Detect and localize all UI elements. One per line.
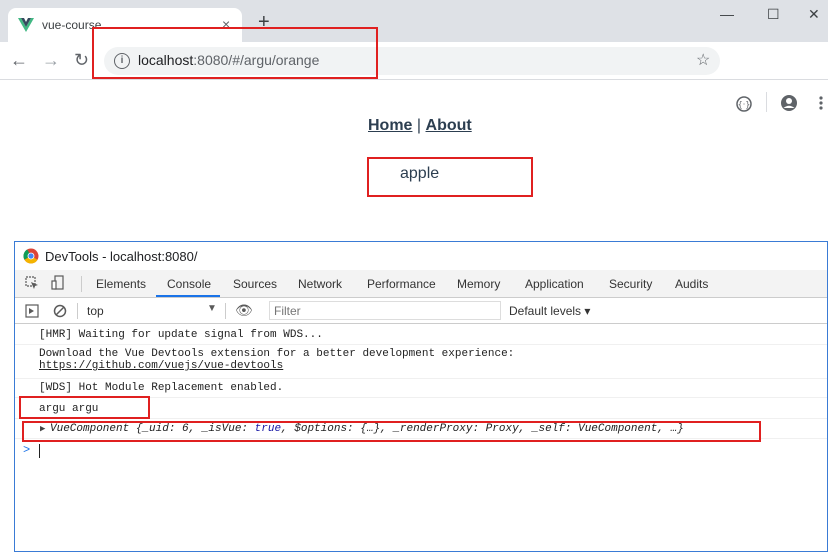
profile-icon[interactable] bbox=[780, 94, 798, 112]
console-line: Download the Vue Devtools extension for … bbox=[15, 345, 827, 379]
console-filter-bar: top ▼ 👁 Default levels ▾ bbox=[15, 298, 827, 324]
chrome-logo-icon bbox=[23, 248, 39, 264]
clear-console-icon[interactable] bbox=[53, 304, 67, 318]
log-levels-dropdown[interactable]: Default levels ▾ bbox=[509, 304, 590, 318]
console-line: [HMR] Waiting for update signal from WDS… bbox=[15, 326, 827, 345]
tab-sources[interactable]: Sources bbox=[233, 277, 277, 291]
back-button[interactable]: ← bbox=[10, 50, 28, 70]
tab-memory[interactable]: Memory bbox=[457, 277, 500, 291]
tab-audits[interactable]: Audits bbox=[675, 277, 708, 291]
console-prompt-icon: > bbox=[23, 443, 31, 457]
content-highlight-box bbox=[367, 157, 533, 197]
tabs-divider bbox=[81, 276, 82, 292]
svg-text:{·}: {·} bbox=[738, 100, 751, 109]
tab-application[interactable]: Application bbox=[525, 277, 584, 291]
devtools-title: DevTools - localhost:8080/ bbox=[45, 249, 198, 264]
tab-performance[interactable]: Performance bbox=[367, 277, 436, 291]
vue-logo-icon bbox=[18, 18, 34, 32]
console-filter-input[interactable] bbox=[269, 301, 501, 320]
filter-divider bbox=[225, 303, 226, 319]
home-link[interactable]: Home bbox=[368, 117, 412, 134]
console-message: Download the Vue Devtools extension for … bbox=[39, 348, 515, 360]
menu-kebab-icon[interactable] bbox=[818, 95, 824, 111]
argu-highlight-box bbox=[19, 396, 150, 419]
page-nav: Home | About bbox=[368, 117, 472, 135]
bookmark-star-icon[interactable]: ☆ bbox=[696, 50, 710, 70]
context-selector[interactable]: top bbox=[87, 304, 104, 318]
live-expression-eye-icon[interactable]: 👁 bbox=[235, 302, 253, 319]
tab-elements[interactable]: Elements bbox=[96, 277, 146, 291]
tab-network[interactable]: Network bbox=[298, 277, 342, 291]
close-window-button[interactable]: ✕ bbox=[808, 6, 820, 23]
devtools-tabs-bar: Elements Console Sources Network Perform… bbox=[15, 270, 827, 298]
url-highlight-box bbox=[92, 27, 378, 79]
devtools-titlebar: DevTools - localhost:8080/ bbox=[15, 242, 827, 270]
nav-separator: | bbox=[416, 117, 422, 134]
active-tab-indicator bbox=[156, 295, 220, 297]
component-highlight-box bbox=[22, 421, 761, 442]
maximize-button[interactable]: ☐ bbox=[767, 6, 780, 23]
context-caret-icon[interactable]: ▼ bbox=[207, 303, 217, 314]
toolbar-divider bbox=[766, 92, 767, 112]
filter-divider bbox=[77, 303, 78, 319]
sidebar-toggle-icon[interactable] bbox=[25, 304, 39, 318]
minimize-button[interactable]: — bbox=[720, 6, 734, 22]
inspect-element-icon[interactable] bbox=[25, 276, 39, 290]
device-toolbar-icon[interactable] bbox=[51, 275, 65, 291]
tab-security[interactable]: Security bbox=[609, 277, 652, 291]
about-link[interactable]: About bbox=[426, 117, 472, 134]
vue-devtools-link[interactable]: https://github.com/vuejs/vue-devtools bbox=[39, 360, 283, 372]
reload-button[interactable]: ↻ bbox=[74, 50, 89, 70]
extension-icon[interactable]: {·} bbox=[735, 95, 753, 113]
tab-console[interactable]: Console bbox=[167, 277, 211, 291]
forward-button[interactable]: → bbox=[42, 50, 60, 70]
console-input-cursor[interactable] bbox=[39, 444, 40, 458]
